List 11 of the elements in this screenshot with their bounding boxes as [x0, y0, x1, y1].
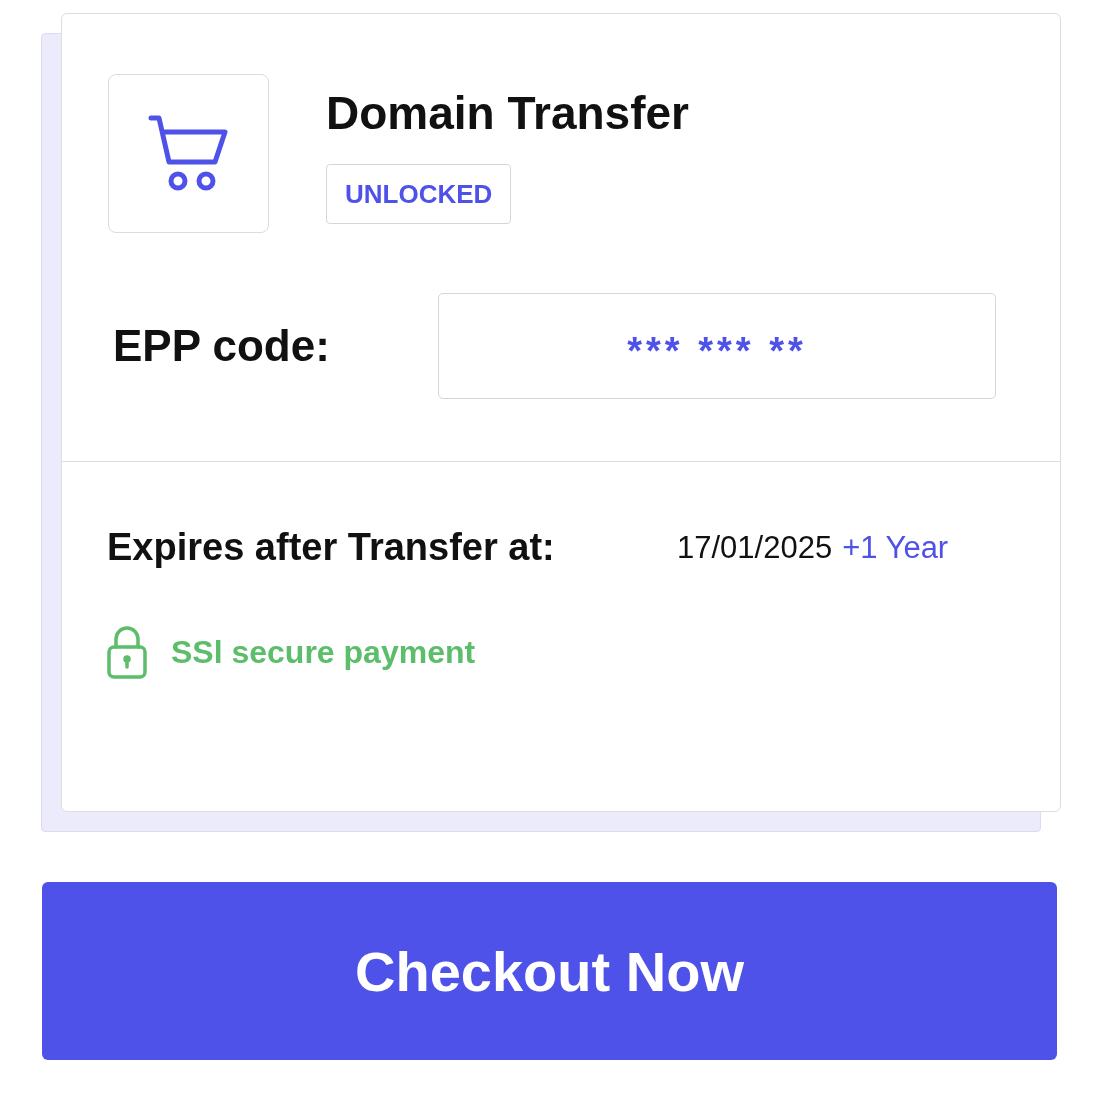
expiry-label: Expires after Transfer at: — [107, 526, 556, 569]
checkout-button[interactable]: Checkout Now — [42, 882, 1057, 1060]
secure-payment-text: SSl secure payment — [171, 633, 476, 671]
product-title: Domain Transfer — [326, 86, 689, 140]
expiry-date: 17/01/2025 — [677, 529, 833, 566]
cart-icon — [147, 114, 230, 193]
epp-label: EPP code: — [113, 321, 330, 371]
lock-icon — [107, 625, 147, 679]
status-badge: UNLOCKED — [326, 164, 512, 224]
expiry-extension: +1 Year — [842, 529, 949, 566]
epp-code-field[interactable]: *** *** ** — [438, 293, 996, 399]
